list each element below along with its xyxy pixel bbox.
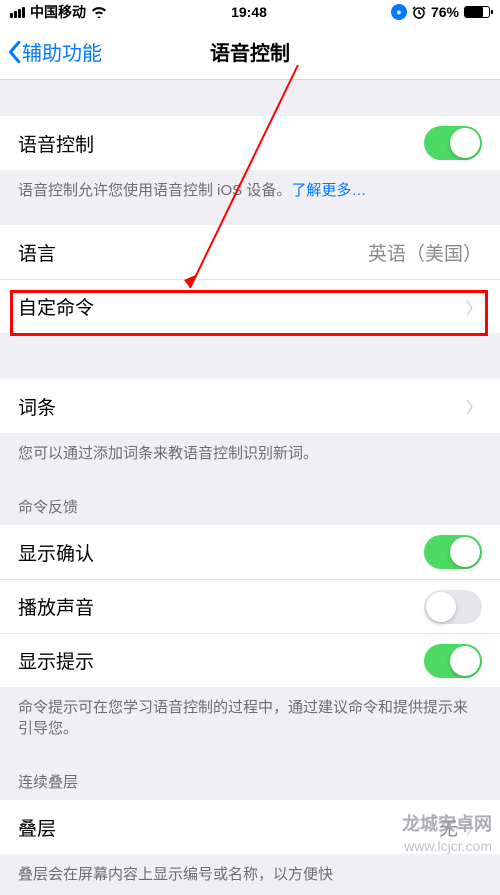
custom-commands-label: 自定命令	[18, 293, 94, 320]
voice-control-label: 语音控制	[18, 130, 94, 157]
voice-control-switch[interactable]	[424, 126, 482, 160]
show-confirm-row: 显示确认	[0, 525, 500, 579]
overlay-desc: 叠层会在屏幕内容上显示编号或名称，以方便快	[0, 854, 500, 895]
play-sound-switch[interactable]	[424, 590, 482, 624]
mic-indicator-icon: ●	[391, 4, 407, 20]
feedback-desc: 命令提示可在您学习语音控制的过程中，通过建议命令和提供提示来引导您。	[0, 687, 500, 749]
status-bar: 中国移动 19:48 ● 76%	[0, 0, 500, 24]
learn-more-link[interactable]: 了解更多…	[291, 182, 366, 199]
vocabulary-row[interactable]: 词条 〉	[0, 379, 500, 433]
show-confirm-label: 显示确认	[18, 539, 94, 566]
nav-bar: 辅助功能 语音控制	[0, 24, 500, 80]
alarm-icon	[412, 5, 426, 19]
chevron-left-icon	[6, 40, 22, 64]
chevron-right-icon: 〉	[466, 295, 482, 319]
language-row[interactable]: 语言 英语（美国）	[0, 225, 500, 279]
chevron-right-icon: 〉	[466, 394, 482, 418]
signal-icon	[10, 7, 25, 18]
back-label: 辅助功能	[22, 37, 102, 66]
overlay-label: 叠层	[18, 814, 56, 841]
play-sound-label: 播放声音	[18, 593, 94, 620]
battery-percent: 76%	[431, 4, 459, 20]
battery-icon	[464, 6, 490, 18]
show-confirm-switch[interactable]	[424, 535, 482, 569]
vocabulary-desc: 您可以通过添加词条来教语音控制识别新词。	[0, 433, 500, 474]
show-hint-switch[interactable]	[424, 644, 482, 678]
play-sound-row: 播放声音	[0, 579, 500, 633]
status-time: 19:48	[231, 4, 267, 20]
back-button[interactable]: 辅助功能	[6, 37, 102, 66]
show-hint-label: 显示提示	[18, 647, 94, 674]
wifi-icon	[91, 6, 107, 18]
voice-control-desc: 语音控制允许您使用语音控制 iOS 设备。了解更多…	[0, 170, 500, 211]
vocabulary-label: 词条	[18, 393, 56, 420]
carrier-label: 中国移动	[30, 2, 86, 22]
page-title: 语音控制	[210, 37, 290, 66]
custom-commands-row[interactable]: 自定命令 〉	[0, 279, 500, 333]
language-label: 语言	[18, 239, 56, 266]
watermark: 龙城安卓网 www.lcjcr.com	[402, 813, 492, 855]
feedback-header: 命令反馈	[0, 474, 500, 525]
voice-control-row: 语音控制	[0, 116, 500, 170]
overlay-header: 连续叠层	[0, 749, 500, 800]
language-value: 英语（美国）	[368, 239, 482, 266]
show-hint-row: 显示提示	[0, 633, 500, 687]
